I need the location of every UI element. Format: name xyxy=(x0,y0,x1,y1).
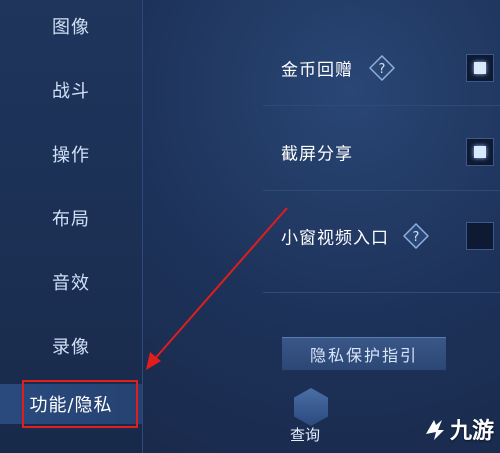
sidebar-item-label: 布局 xyxy=(52,209,90,230)
query-button[interactable]: 查询 xyxy=(286,388,336,448)
sidebar-item-recording[interactable]: 录像 xyxy=(0,326,142,366)
divider xyxy=(263,292,500,293)
sidebar-item-label: 战斗 xyxy=(52,81,90,102)
sidebar-item-label: 功能/隐私 xyxy=(29,395,113,416)
help-icon[interactable]: ? xyxy=(403,223,429,249)
sidebar-item-label: 图像 xyxy=(52,17,90,38)
divider xyxy=(263,190,500,191)
game-settings-screen: 图像 战斗 操作 布局 音效 录像 功能/隐私 金币回赠 ? 截屏分享 小窗视频… xyxy=(0,0,500,453)
query-icon xyxy=(294,388,328,426)
privacy-guide-label: 隐私保护指引 xyxy=(309,346,418,365)
setting-row-screenshot-share: 截屏分享 xyxy=(143,132,500,172)
sidebar-item-controls[interactable]: 操作 xyxy=(0,134,142,174)
sidebar-item-label: 录像 xyxy=(52,337,90,358)
sidebar-item-graphics[interactable]: 图像 xyxy=(0,6,142,46)
watermark: 九游 xyxy=(422,413,494,445)
setting-label: 小窗视频入口 xyxy=(281,228,389,249)
sidebar-item-layout[interactable]: 布局 xyxy=(0,198,142,238)
mini-window-video-checkbox[interactable] xyxy=(466,222,494,250)
watermark-logo-icon xyxy=(425,420,444,440)
sidebar-item-battle[interactable]: 战斗 xyxy=(0,70,142,110)
sidebar-item-function-privacy[interactable]: 功能/隐私 xyxy=(0,384,142,424)
setting-label: 金币回赠 xyxy=(281,60,353,81)
setting-row-mini-window-video: 小窗视频入口 ? xyxy=(143,216,500,256)
coin-rebate-checkbox[interactable] xyxy=(466,54,494,82)
watermark-text: 九游 xyxy=(449,419,494,444)
sidebar-item-label: 操作 xyxy=(52,145,90,166)
svg-text:?: ? xyxy=(413,230,420,245)
setting-label: 截屏分享 xyxy=(281,144,353,165)
sidebar-item-sound[interactable]: 音效 xyxy=(0,262,142,302)
privacy-guide-button[interactable]: 隐私保护指引 xyxy=(282,337,446,371)
settings-sidebar: 图像 战斗 操作 布局 音效 录像 功能/隐私 xyxy=(0,0,143,453)
settings-panel: 金币回赠 ? 截屏分享 小窗视频入口 ? 隐私保护指引 查询 xyxy=(143,0,500,453)
query-label: 查询 xyxy=(290,426,321,444)
svg-text:?: ? xyxy=(379,62,386,77)
setting-row-coin-rebate: 金币回赠 ? xyxy=(143,48,500,88)
screenshot-share-checkbox[interactable] xyxy=(466,138,494,166)
sidebar-item-label: 音效 xyxy=(52,273,90,294)
help-icon[interactable]: ? xyxy=(369,55,395,81)
divider xyxy=(263,105,500,106)
